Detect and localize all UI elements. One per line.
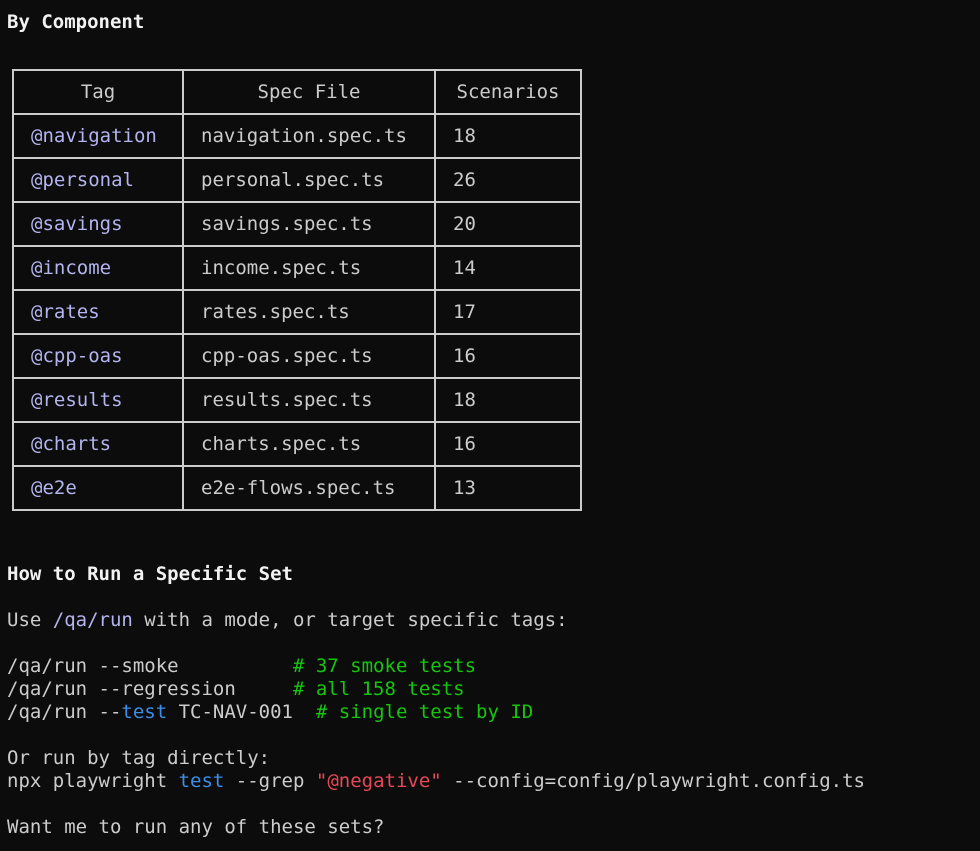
column-header-spec-file: Spec File [182,69,436,115]
qa-run-command: /qa/run [52,609,133,631]
command-comment: # 37 smoke tests [292,655,477,677]
tag-cell: @rates [12,289,184,335]
table-row: @cpp-oas cpp-oas.spec.ts 16 [12,333,582,379]
command-text: /qa/run --regression [7,678,293,700]
spec-file-cell: income.spec.ts [182,245,436,291]
scenarios-cell: 20 [434,201,582,247]
column-header-scenarios: Scenarios [434,69,582,115]
table-row: @charts charts.spec.ts 16 [12,421,582,467]
command-text-pre: /qa/run -- [7,701,122,723]
table-row: @personal personal.spec.ts 26 [12,157,582,203]
table-row: @results results.spec.ts 18 [12,377,582,423]
spec-file-cell: rates.spec.ts [182,289,436,335]
command-text-post: TC-NAV-001 [167,701,316,723]
spec-file-cell: e2e-flows.spec.ts [182,465,436,511]
tag-cell: @e2e [12,465,184,511]
command-line-test: /qa/run --test TC-NAV-001 # single test … [7,701,533,724]
scenarios-cell: 13 [434,465,582,511]
npx-post: --config=config/playwright.config.ts [441,770,865,792]
spec-file-cell: results.spec.ts [182,377,436,423]
table-row: @navigation navigation.spec.ts 18 [12,113,582,159]
scenarios-cell: 14 [434,245,582,291]
scenarios-cell: 16 [434,333,582,379]
table-row: @income income.spec.ts 14 [12,245,582,291]
intro-line: Use /qa/run with a mode, or target speci… [7,609,568,632]
spec-file-cell: cpp-oas.spec.ts [182,333,436,379]
tag-cell: @income [12,245,184,291]
scenarios-cell: 17 [434,289,582,335]
table-row: @savings savings.spec.ts 20 [12,201,582,247]
command-line-smoke: /qa/run --smoke # 37 smoke tests [7,655,476,678]
scenarios-cell: 18 [434,377,582,423]
npx-grep-string: "@negative" [315,770,442,792]
spec-file-cell: navigation.spec.ts [182,113,436,159]
intro-pre: Use [7,609,53,631]
npx-keyword: test [178,770,225,792]
command-comment: # all 158 tests [292,678,465,700]
component-table: Tag Spec File Scenarios @navigation navi… [12,69,582,511]
tag-intro-line: Or run by tag directly: [7,747,271,769]
tag-cell: @personal [12,157,184,203]
section-title-by-component: By Component [7,11,145,33]
spec-file-cell: personal.spec.ts [182,157,436,203]
intro-post: with a mode, or target specific tags: [132,609,568,631]
spec-file-cell: charts.spec.ts [182,421,436,467]
tag-cell: @charts [12,421,184,467]
table-row: @e2e e2e-flows.spec.ts 13 [12,465,582,511]
npx-command-line: npx playwright test --grep "@negative" -… [7,770,865,793]
command-line-regression: /qa/run --regression # all 158 tests [7,678,465,701]
tag-cell: @navigation [12,113,184,159]
npx-mid: --grep [224,770,316,792]
table-header-row: Tag Spec File Scenarios [12,69,582,115]
scenarios-cell: 16 [434,421,582,467]
npx-pre: npx playwright [7,770,179,792]
spec-file-cell: savings.spec.ts [182,201,436,247]
command-comment: # single test by ID [315,701,534,723]
command-text: /qa/run --smoke [7,655,293,677]
section-title-run-specific-set: How to Run a Specific Set [7,563,293,585]
tag-cell: @results [12,377,184,423]
scenarios-cell: 18 [434,113,582,159]
tag-cell: @cpp-oas [12,333,184,379]
command-keyword: test [121,701,168,723]
scenarios-cell: 26 [434,157,582,203]
tag-cell: @savings [12,201,184,247]
prompt-question: Want me to run any of these sets? [7,816,385,838]
column-header-tag: Tag [12,69,184,115]
table-row: @rates rates.spec.ts 17 [12,289,582,335]
